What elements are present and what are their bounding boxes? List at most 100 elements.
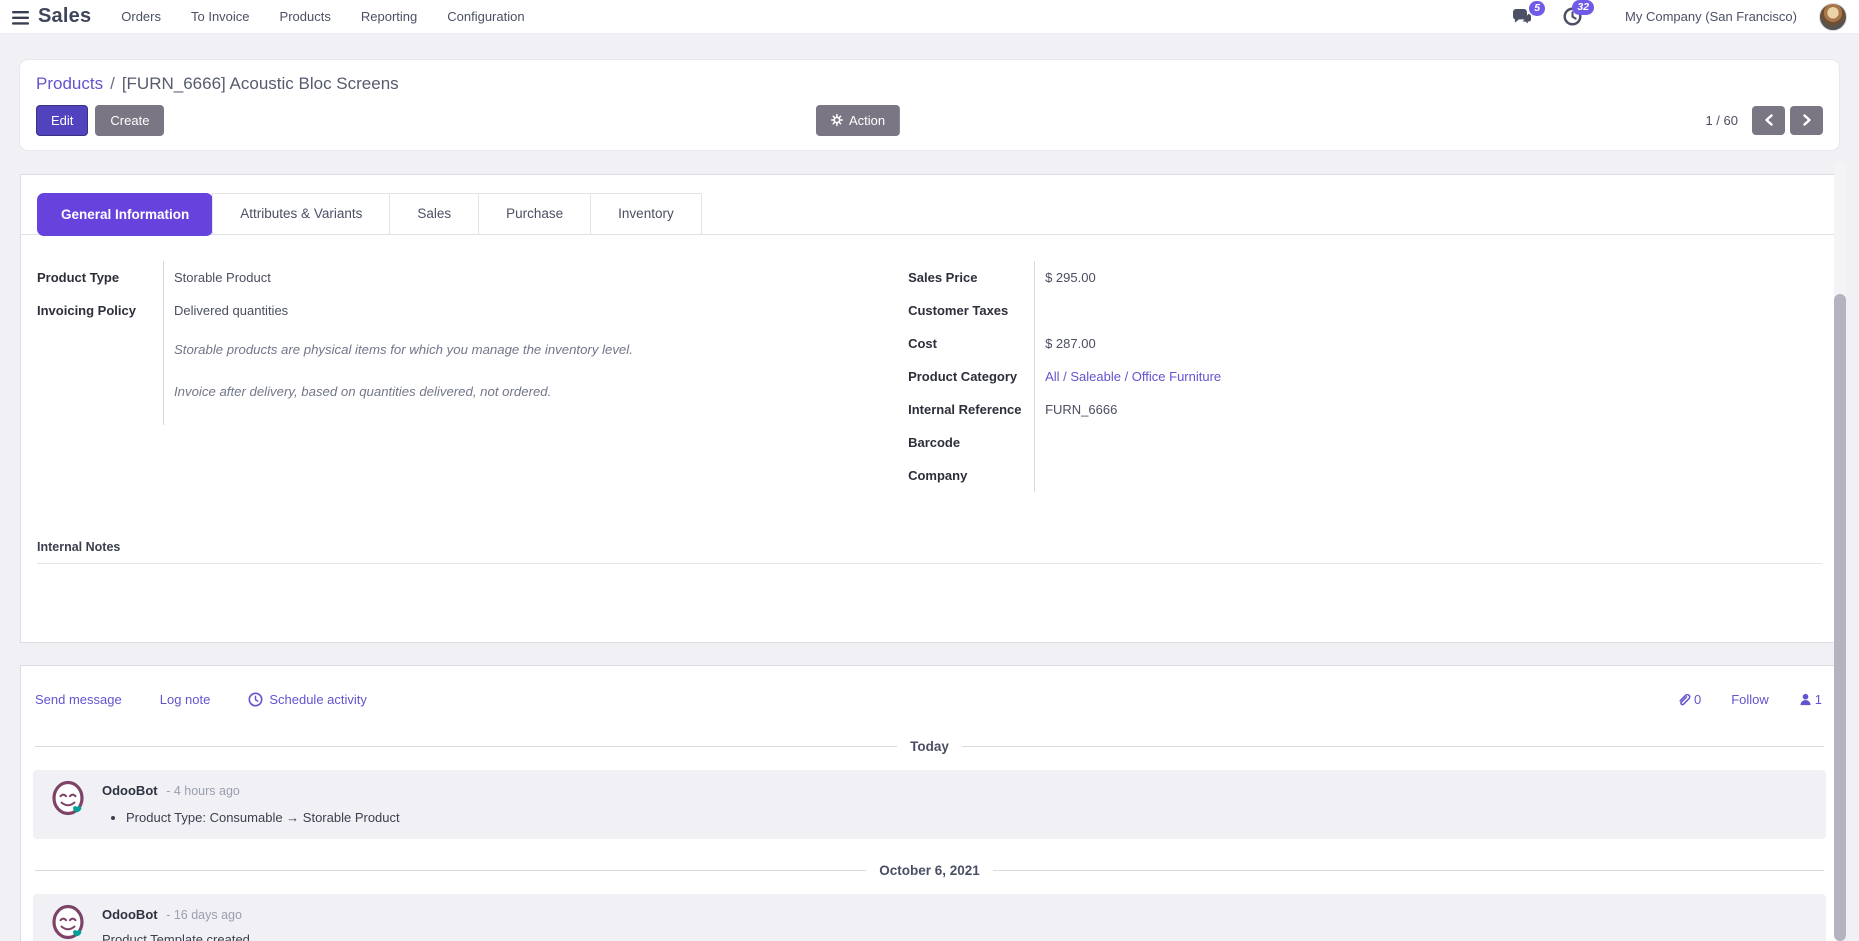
message-content: OdooBot - 4 hours ago Product Type: Cons… [102,780,400,826]
divider-line [993,870,1824,871]
date-divider-label: October 6, 2021 [866,863,993,878]
app-name[interactable]: Sales [38,5,91,28]
follow-button[interactable]: Follow [1731,692,1769,707]
message-author[interactable]: OdooBot [102,783,158,798]
notebook-tabs: General Information Attributes & Variant… [21,175,1838,235]
person-icon [1799,693,1812,706]
field-cost-label: Cost [908,327,1034,360]
internal-notes-title: Internal Notes [37,540,1822,554]
field-product-type-label: Product Type [37,261,163,294]
tab-attributes-variants[interactable]: Attributes & Variants [212,193,390,234]
attachments-count: 0 [1694,692,1701,707]
control-panel: Products / [FURN_6666] Acoustic Bloc Scree… [20,60,1839,150]
attachments-button[interactable]: 0 [1677,692,1701,707]
apps-menu-icon[interactable] [8,9,38,25]
field-product-category-value: All / Saleable / Office Furniture [1034,360,1822,393]
internal-notes-empty-area[interactable] [37,564,1822,642]
activities-icon[interactable]: 32 [1563,7,1582,26]
product-type-help-text: Storable products are physical items for… [174,341,908,359]
form-sheet: General Information Attributes & Variant… [20,174,1839,643]
invoicing-policy-help-text: Invoice after delivery, based on quantit… [174,383,908,401]
clock-outline-icon [248,692,263,707]
field-help-texts: Storable products are physical items for… [163,327,908,425]
date-divider-label: Today [897,739,962,754]
control-panel-buttons: Edit Create Action 1 / 60 [36,105,1823,135]
chatter: Send message Log note Schedule activity … [20,665,1839,941]
pager-previous-button[interactable] [1752,106,1785,135]
field-barcode-label: Barcode [908,426,1034,459]
tab-purchase[interactable]: Purchase [478,193,591,234]
menu-item-orders[interactable]: Orders [121,9,161,24]
schedule-activity-button[interactable]: Schedule activity [248,692,367,707]
tab-inventory[interactable]: Inventory [590,193,702,234]
tab-sales[interactable]: Sales [389,193,479,234]
navbar-right: 5 32 My Company (San Francisco) [1497,3,1847,31]
breadcrumb-current: [FURN_6666] Acoustic Bloc Screens [122,74,399,93]
field-invoicing-policy-value: Delivered quantities [163,294,908,327]
company-switcher[interactable]: My Company (San Francisco) [1625,9,1797,24]
field-internal-reference-label: Internal Reference [908,393,1034,426]
user-avatar[interactable] [1819,3,1847,31]
main-menu: Orders To Invoice Products Reporting Con… [121,9,524,24]
divider-line [35,746,897,747]
message-content: OdooBot - 16 days ago Product Template c… [102,904,250,941]
general-information-panel: Product Type Storable Product Invoicing … [21,235,1838,492]
activities-badge: 32 [1572,0,1594,15]
pager: 1 / 60 [1705,106,1823,135]
field-barcode-value [1034,426,1822,459]
field-sales-price-value: $ 295.00 [1034,261,1822,294]
edit-button[interactable]: Edit [36,105,88,136]
breadcrumb-products-link[interactable]: Products [36,74,103,93]
pager-next-button[interactable] [1790,106,1823,135]
send-message-button[interactable]: Send message [35,692,122,707]
paperclip-icon [1677,692,1691,707]
menu-item-to-invoice[interactable]: To Invoice [191,9,250,24]
field-cost-value: $ 287.00 [1034,327,1822,360]
action-button[interactable]: Action [816,105,900,136]
log-note-button[interactable]: Log note [160,692,211,707]
chatter-toolbar: Send message Log note Schedule activity … [21,666,1838,715]
field-product-category-label: Product Category [908,360,1034,393]
tab-general-information[interactable]: General Information [37,193,213,236]
message-header: OdooBot - 4 hours ago [102,780,400,800]
followers-button[interactable]: 1 [1799,692,1822,707]
chatter-toolbar-right: 0 Follow 1 [1677,692,1822,707]
field-product-type-value: Storable Product [163,261,908,294]
menu-item-products[interactable]: Products [280,9,331,24]
message-timestamp: - 16 days ago [166,908,242,922]
action-button-label: Action [849,113,885,128]
vertical-scrollbar-thumb[interactable] [1834,294,1846,941]
message-body: Product Type: Consumable → Storable Prod… [126,809,400,826]
breadcrumb: Products / [FURN_6666] Acoustic Bloc Scree… [36,73,1823,95]
breadcrumb-separator: / [110,74,115,93]
message-body: Product Template created [102,931,250,941]
schedule-activity-label: Schedule activity [269,692,367,707]
menu-item-configuration[interactable]: Configuration [447,9,524,24]
chevron-left-icon [1764,114,1774,126]
vertical-scrollbar-track[interactable] [1834,160,1846,941]
product-category-link[interactable]: All / Saleable / Office Furniture [1045,369,1221,384]
field-invoicing-policy-label: Invoicing Policy [37,294,163,327]
gear-icon [831,114,843,126]
divider-line [962,746,1824,747]
internal-notes-section: Internal Notes [37,540,1822,642]
odoobot-avatar [49,904,87,941]
form-group-right: Sales Price $ 295.00 Customer Taxes Cost… [908,261,1822,492]
messages-badge: 5 [1529,1,1545,16]
field-sales-price-label: Sales Price [908,261,1034,294]
date-divider-today: Today [35,739,1824,754]
message-header: OdooBot - 16 days ago [102,904,250,924]
messages-icon[interactable]: 5 [1512,8,1533,26]
field-internal-reference-value: FURN_6666 [1034,393,1822,426]
create-button[interactable]: Create [95,105,164,136]
top-navbar: Sales Orders To Invoice Products Reporti… [0,0,1859,34]
followers-count: 1 [1815,692,1822,707]
field-company-value [1034,459,1822,492]
menu-item-reporting[interactable]: Reporting [361,9,417,24]
navbar-left: Sales Orders To Invoice Products Reporti… [8,5,525,28]
pager-value[interactable]: 1 / 60 [1705,113,1738,128]
form-group-left: Product Type Storable Product Invoicing … [37,261,908,492]
divider-line [35,870,866,871]
field-company-label: Company [908,459,1034,492]
message-author[interactable]: OdooBot [102,907,158,922]
